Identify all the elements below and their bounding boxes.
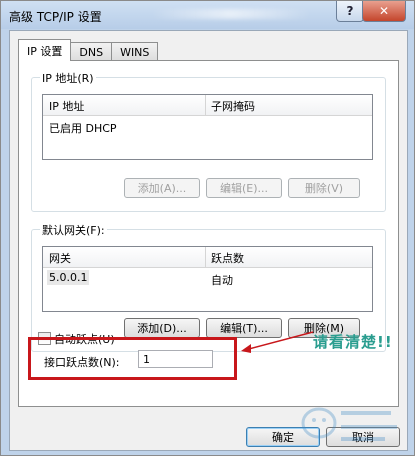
window-title: 高级 TCP/IP 设置 [9, 10, 102, 24]
blurred-title-region [151, 9, 311, 19]
tab-dns[interactable]: DNS [70, 42, 113, 61]
close-button[interactable]: ✕ [362, 1, 406, 22]
gateway-metric-cell[interactable]: 自动 [211, 272, 233, 288]
annotation-highlight-box [28, 337, 237, 380]
ip-address-list-header: IP 地址 子网掩码 [43, 95, 372, 116]
ip-address-group: IP 地址(R) IP 地址 子网掩码 已启用 DHCP 添加(A)... 编辑… [31, 70, 386, 212]
ip-add-button[interactable]: 添加(A)... [124, 178, 200, 198]
dialog-client: IP 设置 DNS WINS IP 地址(R) IP 地址 子网掩码 已启用 D… [9, 30, 408, 451]
tab-wins[interactable]: WINS [111, 42, 159, 61]
gateway-add-button[interactable]: 添加(D)... [124, 318, 200, 338]
gateway-list-header: 网关 跃点数 [43, 247, 372, 268]
default-gateway-group-label: 默认网关(F): [40, 222, 107, 238]
title-bar[interactable]: 高级 TCP/IP 设置 ? ✕ [1, 1, 414, 29]
annotation-arrow-icon [241, 331, 314, 353]
ip-address-group-label: IP 地址(R) [40, 70, 96, 86]
gateway-cell[interactable]: 5.0.0.1 [47, 270, 90, 285]
watermark-logo-icon [301, 407, 397, 441]
column-header-metric[interactable]: 跃点数 [211, 250, 244, 266]
column-header-gateway[interactable]: 网关 [49, 250, 71, 266]
tab-ip-settings[interactable]: IP 设置 [18, 39, 72, 61]
gateway-list[interactable]: 网关 跃点数 5.0.0.1 自动 [42, 246, 373, 312]
ip-delete-button[interactable]: 删除(V) [288, 178, 360, 198]
ip-edit-button[interactable]: 编辑(E)... [206, 178, 282, 198]
column-header-ip-address[interactable]: IP 地址 [49, 98, 84, 114]
ip-address-cell[interactable]: 已启用 DHCP [49, 120, 117, 136]
column-separator[interactable] [205, 95, 206, 115]
column-header-subnet-mask[interactable]: 子网掩码 [211, 98, 255, 114]
tab-strip: IP 设置 DNS WINS [18, 39, 159, 61]
help-button[interactable]: ? [336, 1, 364, 22]
dialog-window: 高级 TCP/IP 设置 ? ✕ IP 设置 DNS WINS IP 地址(R)… [0, 0, 415, 456]
ip-address-list[interactable]: IP 地址 子网掩码 已启用 DHCP [42, 94, 373, 160]
column-separator[interactable] [205, 247, 206, 267]
annotation-text: 请看清楚!! [313, 333, 393, 351]
